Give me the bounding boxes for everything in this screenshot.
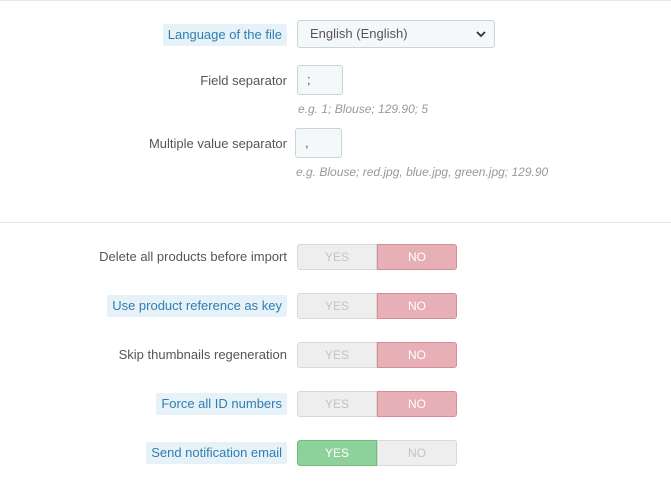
skip-thumbnails-label: Skip thumbnails regeneration [118,347,287,362]
skip-thumbnails-switch[interactable]: YES NO [297,342,457,368]
force-id-numbers-label: Force all ID numbers [156,393,287,415]
yes-option[interactable]: YES [297,391,377,417]
use-product-reference-switch[interactable]: YES NO [297,293,457,319]
chevron-down-icon [474,21,488,47]
force-id-numbers-switch[interactable]: YES NO [297,391,457,417]
multiple-value-separator-label: Multiple value separator [148,136,287,151]
field-separator-hint: e.g. 1; Blouse; 129.90; 5 [298,102,429,116]
multiple-value-separator-input[interactable]: , [295,128,342,158]
language-select-value: English (English) [310,26,408,41]
multiple-value-separator-hint: e.g. Blouse; red.jpg, blue.jpg, green.jp… [296,165,549,179]
send-notification-switch[interactable]: YES NO [297,440,457,466]
no-option[interactable]: NO [377,440,457,466]
field-separator-label: Field separator [200,73,287,88]
language-label: Language of the file [162,24,287,46]
no-option[interactable]: NO [377,342,457,368]
yes-option[interactable]: YES [297,342,377,368]
use-product-reference-label: Use product reference as key [107,295,287,317]
section-divider [0,222,671,223]
yes-option[interactable]: YES [297,244,377,270]
delete-products-label: Delete all products before import [99,249,287,264]
yes-option[interactable]: YES [297,440,377,466]
field-separator-input[interactable]: ; [297,65,343,95]
no-option[interactable]: NO [377,244,457,270]
delete-products-switch[interactable]: YES NO [297,244,457,270]
yes-option[interactable]: YES [297,293,377,319]
send-notification-label: Send notification email [146,442,287,464]
no-option[interactable]: NO [377,391,457,417]
no-option[interactable]: NO [377,293,457,319]
language-select[interactable]: English (English) [297,20,495,48]
top-divider [0,0,671,1]
